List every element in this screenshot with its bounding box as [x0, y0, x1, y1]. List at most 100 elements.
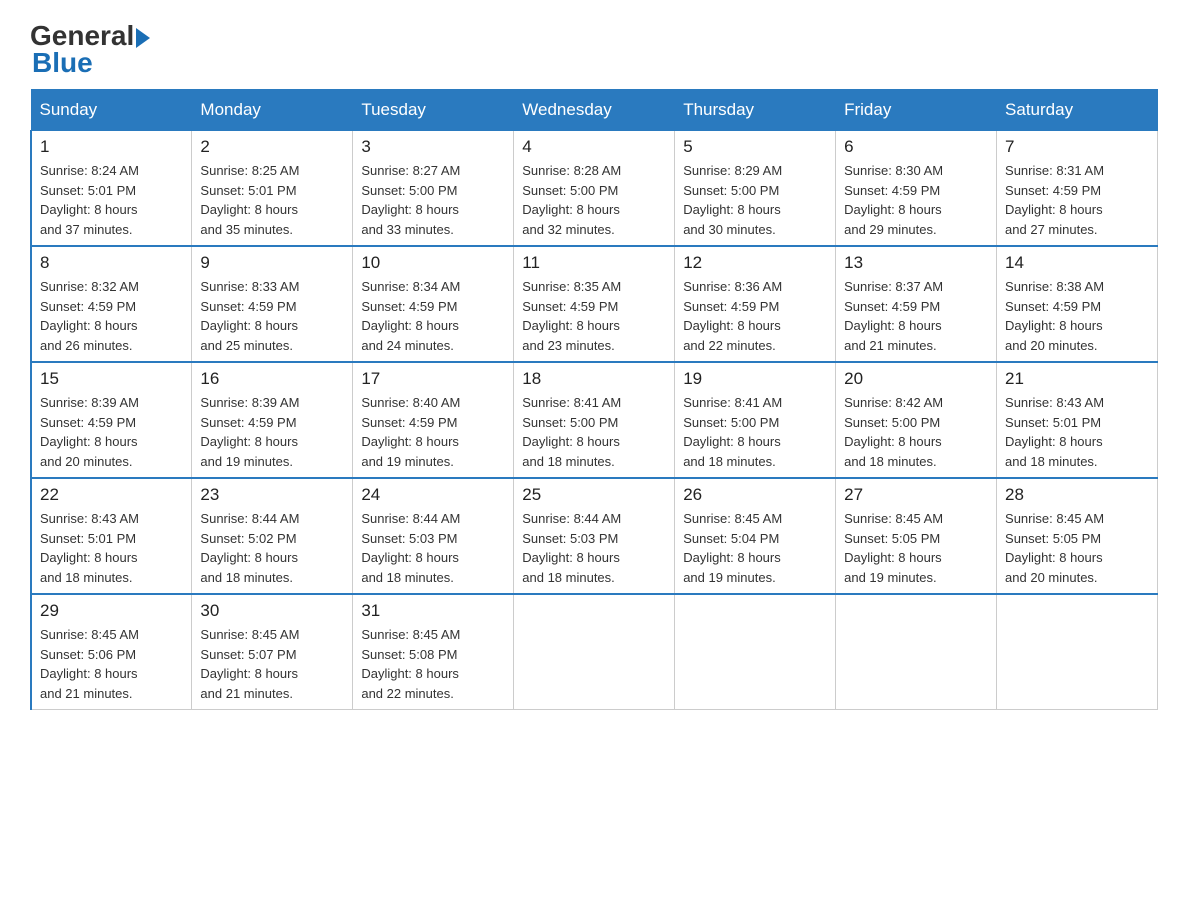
calendar-cell: 16 Sunrise: 8:39 AM Sunset: 4:59 PM Dayl…	[192, 362, 353, 478]
calendar-week-row: 15 Sunrise: 8:39 AM Sunset: 4:59 PM Dayl…	[31, 362, 1158, 478]
calendar-cell: 22 Sunrise: 8:43 AM Sunset: 5:01 PM Dayl…	[31, 478, 192, 594]
calendar-day-header: Friday	[836, 90, 997, 131]
calendar-cell: 24 Sunrise: 8:44 AM Sunset: 5:03 PM Dayl…	[353, 478, 514, 594]
calendar-cell: 9 Sunrise: 8:33 AM Sunset: 4:59 PM Dayli…	[192, 246, 353, 362]
calendar-day-header: Wednesday	[514, 90, 675, 131]
calendar-cell: 18 Sunrise: 8:41 AM Sunset: 5:00 PM Dayl…	[514, 362, 675, 478]
calendar-table: SundayMondayTuesdayWednesdayThursdayFrid…	[30, 89, 1158, 710]
day-info: Sunrise: 8:43 AM Sunset: 5:01 PM Dayligh…	[1005, 393, 1149, 471]
day-number: 3	[361, 137, 505, 157]
calendar-header-row: SundayMondayTuesdayWednesdayThursdayFrid…	[31, 90, 1158, 131]
calendar-cell: 26 Sunrise: 8:45 AM Sunset: 5:04 PM Dayl…	[675, 478, 836, 594]
day-number: 23	[200, 485, 344, 505]
calendar-cell: 7 Sunrise: 8:31 AM Sunset: 4:59 PM Dayli…	[997, 131, 1158, 247]
calendar-cell: 19 Sunrise: 8:41 AM Sunset: 5:00 PM Dayl…	[675, 362, 836, 478]
calendar-week-row: 29 Sunrise: 8:45 AM Sunset: 5:06 PM Dayl…	[31, 594, 1158, 710]
day-info: Sunrise: 8:36 AM Sunset: 4:59 PM Dayligh…	[683, 277, 827, 355]
day-info: Sunrise: 8:45 AM Sunset: 5:05 PM Dayligh…	[844, 509, 988, 587]
day-info: Sunrise: 8:44 AM Sunset: 5:03 PM Dayligh…	[522, 509, 666, 587]
day-info: Sunrise: 8:39 AM Sunset: 4:59 PM Dayligh…	[40, 393, 183, 471]
day-info: Sunrise: 8:37 AM Sunset: 4:59 PM Dayligh…	[844, 277, 988, 355]
day-info: Sunrise: 8:41 AM Sunset: 5:00 PM Dayligh…	[683, 393, 827, 471]
day-info: Sunrise: 8:43 AM Sunset: 5:01 PM Dayligh…	[40, 509, 183, 587]
day-number: 18	[522, 369, 666, 389]
day-number: 9	[200, 253, 344, 273]
calendar-cell: 25 Sunrise: 8:44 AM Sunset: 5:03 PM Dayl…	[514, 478, 675, 594]
day-info: Sunrise: 8:45 AM Sunset: 5:04 PM Dayligh…	[683, 509, 827, 587]
day-number: 31	[361, 601, 505, 621]
calendar-day-header: Saturday	[997, 90, 1158, 131]
day-info: Sunrise: 8:35 AM Sunset: 4:59 PM Dayligh…	[522, 277, 666, 355]
calendar-cell: 4 Sunrise: 8:28 AM Sunset: 5:00 PM Dayli…	[514, 131, 675, 247]
day-info: Sunrise: 8:27 AM Sunset: 5:00 PM Dayligh…	[361, 161, 505, 239]
day-number: 15	[40, 369, 183, 389]
day-info: Sunrise: 8:31 AM Sunset: 4:59 PM Dayligh…	[1005, 161, 1149, 239]
calendar-cell: 2 Sunrise: 8:25 AM Sunset: 5:01 PM Dayli…	[192, 131, 353, 247]
day-info: Sunrise: 8:28 AM Sunset: 5:00 PM Dayligh…	[522, 161, 666, 239]
calendar-cell: 21 Sunrise: 8:43 AM Sunset: 5:01 PM Dayl…	[997, 362, 1158, 478]
day-number: 10	[361, 253, 505, 273]
calendar-cell: 17 Sunrise: 8:40 AM Sunset: 4:59 PM Dayl…	[353, 362, 514, 478]
calendar-cell: 14 Sunrise: 8:38 AM Sunset: 4:59 PM Dayl…	[997, 246, 1158, 362]
logo-blue-text: Blue	[32, 47, 93, 79]
calendar-cell: 11 Sunrise: 8:35 AM Sunset: 4:59 PM Dayl…	[514, 246, 675, 362]
day-info: Sunrise: 8:32 AM Sunset: 4:59 PM Dayligh…	[40, 277, 183, 355]
day-number: 29	[40, 601, 183, 621]
day-info: Sunrise: 8:24 AM Sunset: 5:01 PM Dayligh…	[40, 161, 183, 239]
calendar-cell: 10 Sunrise: 8:34 AM Sunset: 4:59 PM Dayl…	[353, 246, 514, 362]
day-number: 28	[1005, 485, 1149, 505]
day-number: 14	[1005, 253, 1149, 273]
day-info: Sunrise: 8:25 AM Sunset: 5:01 PM Dayligh…	[200, 161, 344, 239]
calendar-cell	[997, 594, 1158, 710]
day-info: Sunrise: 8:29 AM Sunset: 5:00 PM Dayligh…	[683, 161, 827, 239]
calendar-week-row: 22 Sunrise: 8:43 AM Sunset: 5:01 PM Dayl…	[31, 478, 1158, 594]
day-number: 11	[522, 253, 666, 273]
day-number: 19	[683, 369, 827, 389]
calendar-day-header: Thursday	[675, 90, 836, 131]
day-info: Sunrise: 8:34 AM Sunset: 4:59 PM Dayligh…	[361, 277, 505, 355]
calendar-day-header: Monday	[192, 90, 353, 131]
day-number: 30	[200, 601, 344, 621]
calendar-cell: 29 Sunrise: 8:45 AM Sunset: 5:06 PM Dayl…	[31, 594, 192, 710]
day-info: Sunrise: 8:45 AM Sunset: 5:06 PM Dayligh…	[40, 625, 183, 703]
calendar-cell: 15 Sunrise: 8:39 AM Sunset: 4:59 PM Dayl…	[31, 362, 192, 478]
calendar-cell: 1 Sunrise: 8:24 AM Sunset: 5:01 PM Dayli…	[31, 131, 192, 247]
day-info: Sunrise: 8:39 AM Sunset: 4:59 PM Dayligh…	[200, 393, 344, 471]
calendar-week-row: 1 Sunrise: 8:24 AM Sunset: 5:01 PM Dayli…	[31, 131, 1158, 247]
calendar-cell: 28 Sunrise: 8:45 AM Sunset: 5:05 PM Dayl…	[997, 478, 1158, 594]
day-info: Sunrise: 8:45 AM Sunset: 5:08 PM Dayligh…	[361, 625, 505, 703]
day-info: Sunrise: 8:44 AM Sunset: 5:03 PM Dayligh…	[361, 509, 505, 587]
calendar-cell: 13 Sunrise: 8:37 AM Sunset: 4:59 PM Dayl…	[836, 246, 997, 362]
day-number: 12	[683, 253, 827, 273]
day-number: 27	[844, 485, 988, 505]
calendar-cell: 12 Sunrise: 8:36 AM Sunset: 4:59 PM Dayl…	[675, 246, 836, 362]
day-info: Sunrise: 8:40 AM Sunset: 4:59 PM Dayligh…	[361, 393, 505, 471]
calendar-cell: 30 Sunrise: 8:45 AM Sunset: 5:07 PM Dayl…	[192, 594, 353, 710]
calendar-cell	[514, 594, 675, 710]
day-number: 26	[683, 485, 827, 505]
day-number: 4	[522, 137, 666, 157]
calendar-body: 1 Sunrise: 8:24 AM Sunset: 5:01 PM Dayli…	[31, 131, 1158, 710]
calendar-cell: 20 Sunrise: 8:42 AM Sunset: 5:00 PM Dayl…	[836, 362, 997, 478]
day-number: 1	[40, 137, 183, 157]
day-number: 5	[683, 137, 827, 157]
day-number: 8	[40, 253, 183, 273]
day-number: 22	[40, 485, 183, 505]
day-info: Sunrise: 8:42 AM Sunset: 5:00 PM Dayligh…	[844, 393, 988, 471]
day-info: Sunrise: 8:38 AM Sunset: 4:59 PM Dayligh…	[1005, 277, 1149, 355]
calendar-cell: 5 Sunrise: 8:29 AM Sunset: 5:00 PM Dayli…	[675, 131, 836, 247]
calendar-cell: 31 Sunrise: 8:45 AM Sunset: 5:08 PM Dayl…	[353, 594, 514, 710]
calendar-cell: 3 Sunrise: 8:27 AM Sunset: 5:00 PM Dayli…	[353, 131, 514, 247]
day-number: 7	[1005, 137, 1149, 157]
calendar-cell: 27 Sunrise: 8:45 AM Sunset: 5:05 PM Dayl…	[836, 478, 997, 594]
day-info: Sunrise: 8:30 AM Sunset: 4:59 PM Dayligh…	[844, 161, 988, 239]
day-info: Sunrise: 8:41 AM Sunset: 5:00 PM Dayligh…	[522, 393, 666, 471]
day-number: 16	[200, 369, 344, 389]
calendar-cell: 8 Sunrise: 8:32 AM Sunset: 4:59 PM Dayli…	[31, 246, 192, 362]
calendar-cell	[675, 594, 836, 710]
day-number: 2	[200, 137, 344, 157]
calendar-cell: 23 Sunrise: 8:44 AM Sunset: 5:02 PM Dayl…	[192, 478, 353, 594]
day-number: 17	[361, 369, 505, 389]
day-number: 21	[1005, 369, 1149, 389]
day-info: Sunrise: 8:44 AM Sunset: 5:02 PM Dayligh…	[200, 509, 344, 587]
